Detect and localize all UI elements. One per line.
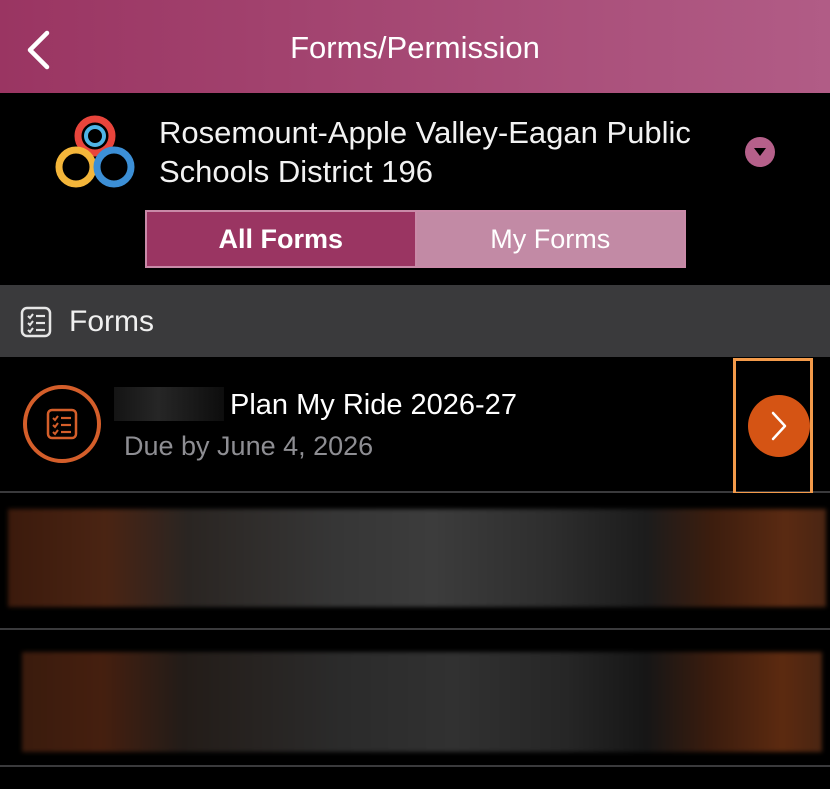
redacted-student-name	[114, 387, 224, 421]
form-due-date: Due by June 4, 2026	[124, 431, 374, 461]
form-checklist-icon	[46, 408, 78, 440]
caret-down-icon	[754, 148, 766, 156]
form-title: Plan My Ride 2026-27	[230, 389, 517, 421]
page-title: Forms/Permission	[290, 30, 540, 65]
district-name: Rosemount-Apple Valley-Eagan Public Scho…	[159, 115, 691, 189]
forms-filter-tabs: All Forms My Forms	[145, 210, 686, 268]
section-title: Forms	[69, 305, 154, 338]
redacted-form-list-item[interactable]	[0, 630, 830, 767]
forms-section-header: Forms	[0, 285, 830, 357]
district-dropdown-button[interactable]	[745, 137, 775, 167]
top-app-bar: Forms/Permission	[0, 0, 830, 93]
checklist-icon	[20, 306, 52, 338]
redacted-form-list-item[interactable]	[0, 493, 830, 630]
redacted-content	[22, 652, 822, 752]
chevron-right-icon	[771, 411, 787, 441]
form-list-item[interactable]: Plan My Ride 2026-27 Due by June 4, 2026	[0, 357, 830, 495]
list-spacer	[0, 767, 830, 789]
tab-my-forms[interactable]: My Forms	[416, 212, 684, 266]
district-logo	[55, 115, 135, 188]
form-icon-badge	[23, 385, 101, 463]
redacted-content	[8, 509, 826, 607]
open-form-button[interactable]	[748, 395, 810, 457]
tab-all-forms[interactable]: All Forms	[147, 212, 417, 266]
